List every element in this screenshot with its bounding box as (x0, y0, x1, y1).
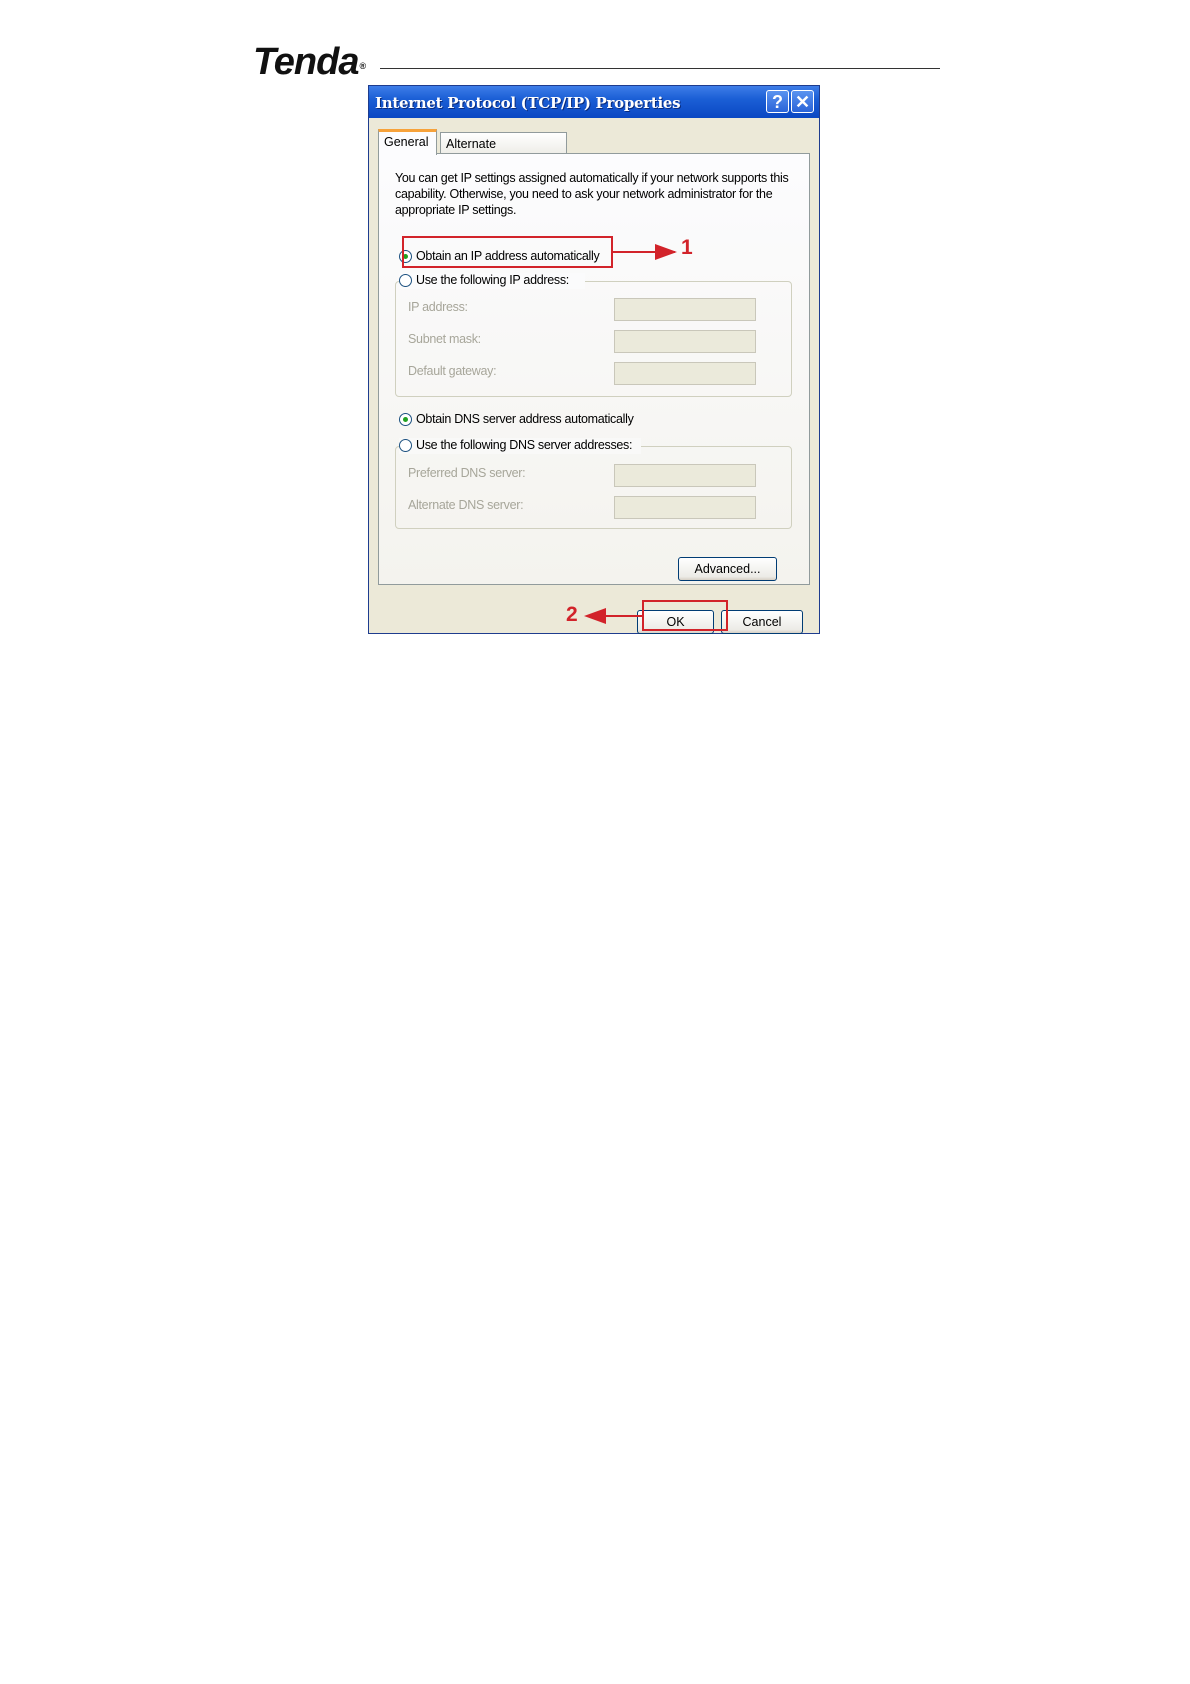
subnet-mask-label: Subnet mask: (408, 332, 481, 346)
preferred-dns-input[interactable] (614, 464, 756, 487)
brand-name: Tenda (253, 41, 359, 83)
use-following-dns-label: Use the following DNS server addresses: (416, 438, 633, 452)
advanced-button[interactable]: Advanced... (678, 557, 777, 581)
step2-highlight-box (642, 600, 728, 631)
subnet-mask-input[interactable] (614, 330, 756, 353)
ip-address-label: IP address: (408, 300, 468, 314)
step2-number: 2 (566, 603, 578, 626)
cancel-button[interactable]: Cancel (721, 610, 803, 634)
use-following-ip-label: Use the following IP address: (416, 273, 569, 287)
obtain-dns-auto-label: Obtain DNS server address automatically (416, 412, 634, 426)
default-gateway-input[interactable] (614, 362, 756, 385)
header-rule (380, 68, 940, 69)
preferred-dns-label: Preferred DNS server: (408, 466, 526, 480)
radio-unchecked-icon (399, 274, 412, 287)
use-following-ip-radio[interactable]: Use the following IP address: (399, 273, 585, 289)
ip-address-input[interactable] (614, 298, 756, 321)
radio-unchecked-icon (399, 439, 412, 452)
tab-general[interactable]: General (378, 129, 437, 155)
title-bar[interactable]: Internet Protocol (TCP/IP) Properties ? … (369, 86, 819, 118)
registered-mark: ® (359, 61, 367, 71)
general-panel: You can get IP settings assigned automat… (378, 153, 810, 585)
close-icon[interactable]: ✕ (791, 90, 814, 113)
step2-arrowhead-icon (584, 608, 606, 624)
step1-number: 1 (681, 236, 693, 259)
alternate-dns-input[interactable] (614, 496, 756, 519)
radio-checked-icon (399, 413, 412, 426)
help-icon[interactable]: ? (766, 90, 789, 113)
step1-highlight-box (402, 236, 613, 268)
default-gateway-label: Default gateway: (408, 364, 497, 378)
tcpip-properties-dialog: Internet Protocol (TCP/IP) Properties ? … (368, 85, 820, 634)
use-following-dns-radio[interactable]: Use the following DNS server addresses: (399, 438, 641, 454)
brand-logo: Tenda® (253, 40, 367, 84)
step1-arrowhead-icon (655, 244, 677, 260)
intro-text: You can get IP settings assigned automat… (395, 171, 789, 217)
alternate-dns-label: Alternate DNS server: (408, 498, 524, 512)
dialog-title: Internet Protocol (TCP/IP) Properties (375, 94, 681, 112)
